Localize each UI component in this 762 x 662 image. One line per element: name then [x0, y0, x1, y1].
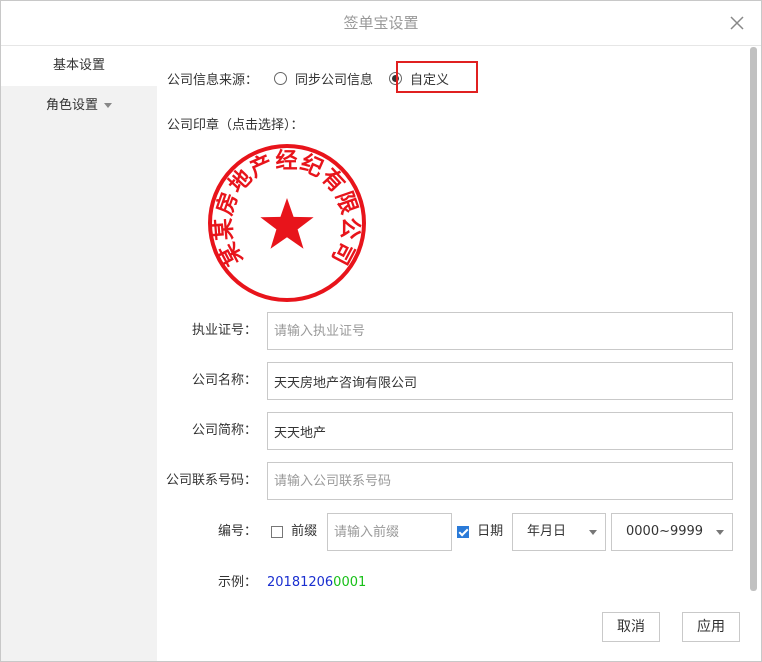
sidebar-item-role-settings[interactable]: 角色设置 — [1, 86, 157, 126]
seal-star-icon — [260, 198, 314, 249]
date-checkbox[interactable] — [457, 525, 469, 538]
content-area: 公司信息来源： 同步公司信息 自定义 公司印章（点击选择）： 某某房地产经纪有限… — [157, 46, 761, 661]
license-number-input[interactable] — [267, 312, 733, 350]
sidebar-item-label: 基本设置 — [52, 58, 105, 73]
sequence-range-select[interactable]: 0000~9999 — [611, 513, 733, 551]
radio-sync-label[interactable]: 同步公司信息 — [295, 69, 373, 88]
prefix-checkbox[interactable] — [271, 525, 283, 538]
vertical-scrollbar[interactable] — [750, 47, 757, 591]
example-sequence-part: 0001 — [333, 575, 367, 590]
example-value: 201812060001 — [267, 564, 366, 602]
company-phone-input[interactable] — [267, 462, 733, 500]
apply-button[interactable]: 应用 — [682, 612, 740, 642]
chevron-down-icon — [716, 530, 724, 535]
dialog-title: 签单宝设置 — [343, 14, 419, 32]
chevron-down-icon — [589, 530, 597, 535]
radio-sync-company-info[interactable] — [274, 71, 288, 85]
numbering-label: 编号： — [217, 524, 257, 539]
example-date-part: 20181206 — [267, 575, 334, 590]
dialog-titlebar: 签单宝设置 — [1, 1, 761, 46]
prefix-input[interactable] — [327, 513, 452, 551]
sidebar-item-basic-settings[interactable]: 基本设置 — [1, 46, 157, 86]
company-name-input[interactable] — [267, 362, 733, 400]
cancel-button[interactable]: 取消 — [602, 612, 660, 642]
date-label[interactable]: 日期 — [477, 524, 503, 539]
close-icon[interactable] — [727, 13, 747, 33]
settings-dialog: 签单宝设置 基本设置 角色设置 公司信息来源： 同步公司信息 自定义 公司印章（… — [0, 0, 762, 662]
company-name-label: 公司名称： — [191, 373, 257, 388]
date-checkbox-group[interactable]: 日期 — [457, 513, 503, 551]
company-info-source-label: 公司信息来源： — [167, 72, 259, 88]
sequence-range-value: 0000~9999 — [626, 524, 704, 539]
company-short-name-label: 公司简称： — [191, 423, 257, 438]
license-label: 执业证号： — [191, 323, 257, 338]
company-short-name-input[interactable] — [267, 412, 733, 450]
prefix-checkbox-group[interactable]: 前缀 — [271, 513, 317, 551]
example-label: 示例： — [217, 575, 257, 590]
sidebar-item-label: 角色设置 — [45, 98, 98, 113]
sidebar: 基本设置 角色设置 — [1, 46, 157, 661]
company-phone-label: 公司联系号码： — [165, 473, 257, 488]
prefix-label[interactable]: 前缀 — [291, 524, 317, 539]
company-seal-label: 公司印章（点击选择）： — [167, 118, 304, 133]
date-format-select[interactable]: 年月日 — [512, 513, 606, 551]
caret-down-icon — [104, 103, 112, 108]
company-seal[interactable]: 某某房地产经纪有限公司 — [205, 141, 369, 305]
date-format-value: 年月日 — [527, 524, 567, 539]
custom-option-highlight — [396, 61, 478, 93]
